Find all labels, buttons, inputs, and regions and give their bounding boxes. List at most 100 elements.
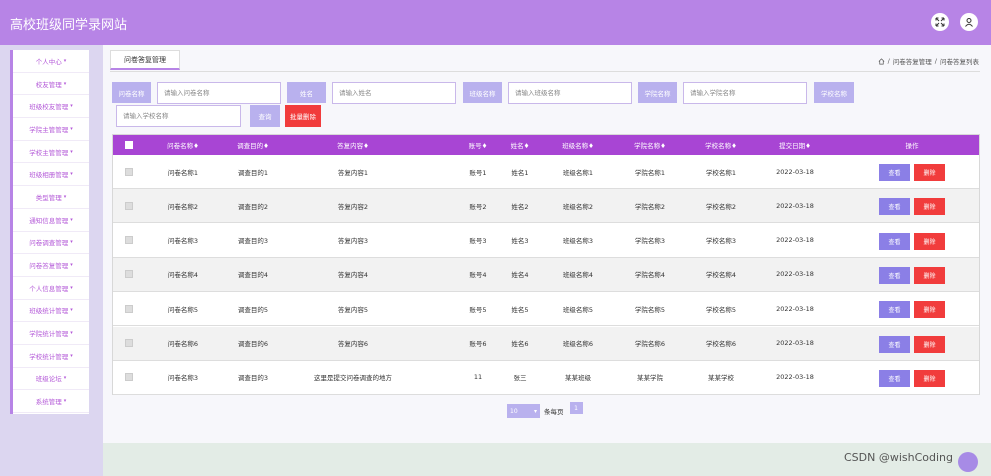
table-cell: 学院名称5 [634, 305, 666, 314]
delete-button[interactable]: 删除 [914, 301, 945, 319]
sidebar-item[interactable]: 学校主管管理 ▾ [13, 141, 89, 164]
delete-button[interactable]: 删除 [914, 198, 945, 216]
delete-button[interactable]: 删除 [914, 232, 945, 250]
tab-answer-management[interactable]: 问卷答复管理 [110, 50, 180, 70]
chevron-down-icon: ▾ [70, 216, 73, 223]
sidebar-item-label: 班级论坛 [35, 375, 62, 384]
table-cell: 班级名称4 [562, 271, 594, 280]
view-button[interactable]: 查看 [879, 301, 910, 319]
view-button[interactable]: 查看 [879, 198, 910, 216]
table-cell: 账号4 [469, 271, 487, 280]
table-row: 问卷名称5 调查目的5 答复内容5 账号5 姓名5 班级名称5 学院名称5 学校名称5 2022… [113, 292, 979, 327]
delete-button[interactable]: 删除 [914, 164, 945, 181]
sidebar-item[interactable]: 问卷答复管理 ▾ [13, 254, 89, 277]
table-cell: 姓名3 [511, 237, 529, 246]
search-button[interactable]: 查询 [250, 105, 280, 127]
table-cell: 答复内容3 [337, 237, 369, 246]
floating-action-button[interactable] [958, 452, 978, 472]
sidebar-item[interactable]: 个人中心 ▾ [13, 50, 89, 73]
sidebar-item[interactable]: 班级论坛 ▾ [13, 368, 89, 391]
column-header[interactable]: 问卷名称♦ [163, 135, 203, 155]
sidebar-item-label: 班级统计管理 [29, 307, 69, 316]
chevron-down-icon: ▾ [63, 80, 67, 87]
table-cell: 班级名称5 [562, 305, 594, 314]
breadcrumb-parent[interactable]: 问卷答复管理 [893, 56, 932, 66]
user-icon[interactable] [960, 13, 978, 31]
chevron-down-icon: ▾ [63, 57, 67, 64]
checkbox-box [125, 339, 133, 347]
row-checkbox[interactable] [124, 258, 134, 291]
table-cell: 2022-03-18 [776, 201, 814, 210]
sidebar-item[interactable]: 类型管理 ▾ [13, 186, 89, 209]
name-input[interactable] [332, 82, 456, 104]
delete-button[interactable]: 删除 [914, 266, 945, 284]
table-cell: 学校名称1 [705, 168, 737, 177]
sidebar-item[interactable]: 通知信息管理 ▾ [13, 209, 89, 232]
sidebar-item[interactable]: 班级校友管理 ▾ [13, 95, 89, 119]
batch-delete-button[interactable]: 批量删除 [285, 105, 321, 127]
select-all-checkbox[interactable] [124, 135, 134, 155]
sidebar-item[interactable]: 学院主管管理 ▾ [13, 118, 89, 141]
class-name-input[interactable] [508, 82, 632, 104]
fullscreen-icon[interactable] [931, 13, 949, 31]
sidebar-item[interactable]: 校友管理 ▾ [13, 73, 89, 96]
name-label: 姓名 [287, 82, 326, 103]
sidebar-item[interactable]: 问卷调查管理 ▾ [13, 232, 89, 255]
sidebar-item[interactable]: 班级统计管理 ▾ [13, 300, 89, 323]
view-button[interactable]: 查看 [879, 164, 910, 181]
view-button[interactable]: 查看 [879, 335, 910, 353]
table-cell: 调查目的1 [237, 168, 269, 177]
column-header[interactable]: 答复内容♦ [293, 135, 413, 155]
college-name-label: 学院名称 [638, 82, 677, 103]
school-name-label: 学校名称 [814, 82, 854, 103]
delete-button[interactable]: 删除 [914, 369, 945, 387]
column-header[interactable]: 调查目的♦ [231, 135, 275, 155]
sidebar-item[interactable]: 班级相册管理 ▾ [13, 163, 89, 187]
table-cell: 答复内容5 [337, 305, 369, 314]
sidebar: 个人中心 ▾ 校友管理 ▾ 班级校友管理 ▾ 学院主管管理 ▾ 学校主管管理 ▾ 班级相册管理 ▾ 类型… [10, 50, 89, 414]
table-cell: 问卷名称2 [167, 202, 199, 211]
table-cell: 调查目的6 [237, 340, 269, 348]
table-cell: 调查目的2 [237, 202, 269, 211]
sidebar-item-label: 问卷答复管理 [29, 262, 69, 271]
class-name-label: 班级名称 [463, 82, 502, 103]
sidebar-item[interactable]: 学院统计管理 ▾ [13, 322, 89, 345]
table-cell: 2022-03-18 [776, 304, 814, 313]
page-size-select[interactable]: 10 ▾ [507, 404, 540, 418]
checkbox-box [125, 141, 133, 149]
view-button[interactable]: 查看 [879, 266, 910, 284]
column-header[interactable]: 学院名称♦ [627, 135, 673, 155]
column-header[interactable]: 账号♦ [466, 135, 490, 155]
questionnaire-name-input[interactable] [157, 82, 281, 104]
row-checkbox[interactable] [124, 189, 134, 222]
college-name-input[interactable] [683, 82, 807, 104]
table-cell: 2022-03-18 [776, 167, 814, 176]
top-bar: 高校班级同学录网站 [0, 0, 991, 45]
row-checkbox[interactable] [124, 292, 134, 325]
view-button[interactable]: 查看 [879, 369, 910, 387]
delete-button[interactable]: 删除 [914, 335, 945, 353]
chevron-down-icon: ▾ [70, 352, 73, 359]
sidebar-item[interactable]: 系统管理 ▾ [13, 390, 89, 413]
chevron-down-icon: ▾ [70, 239, 73, 246]
home-icon[interactable] [878, 57, 885, 65]
column-header[interactable]: 班级名称♦ [555, 135, 601, 155]
table-header: 问卷名称♦ 调查目的♦ 答复内容♦ 账号♦ 姓名♦ 班级名称♦ 学院名称♦ 学校名称♦ 提交日期… [113, 135, 979, 155]
column-header[interactable]: 提交日期♦ [770, 135, 820, 155]
table-cell: 学院名称3 [634, 237, 666, 246]
table-cell: 班级名称6 [562, 340, 594, 348]
table-cell: 学校名称6 [705, 340, 737, 348]
sidebar-item[interactable]: 学校统计管理 ▾ [13, 345, 89, 368]
school-name-input[interactable] [116, 105, 241, 127]
column-header[interactable]: 姓名♦ [508, 135, 532, 155]
table-cell: 学院名称1 [634, 168, 666, 177]
column-header[interactable]: 学校名称♦ [698, 135, 744, 155]
view-button[interactable]: 查看 [879, 232, 910, 250]
row-checkbox[interactable] [124, 155, 134, 188]
row-checkbox[interactable] [124, 327, 134, 360]
page-button-current[interactable]: 1 [569, 402, 583, 414]
sidebar-item[interactable]: 个人信息管理 ▾ [13, 277, 89, 300]
breadcrumb: / 问卷答复管理 / 问卷答复列表 [878, 56, 979, 66]
row-checkbox[interactable] [124, 224, 134, 257]
row-checkbox[interactable] [124, 361, 134, 394]
